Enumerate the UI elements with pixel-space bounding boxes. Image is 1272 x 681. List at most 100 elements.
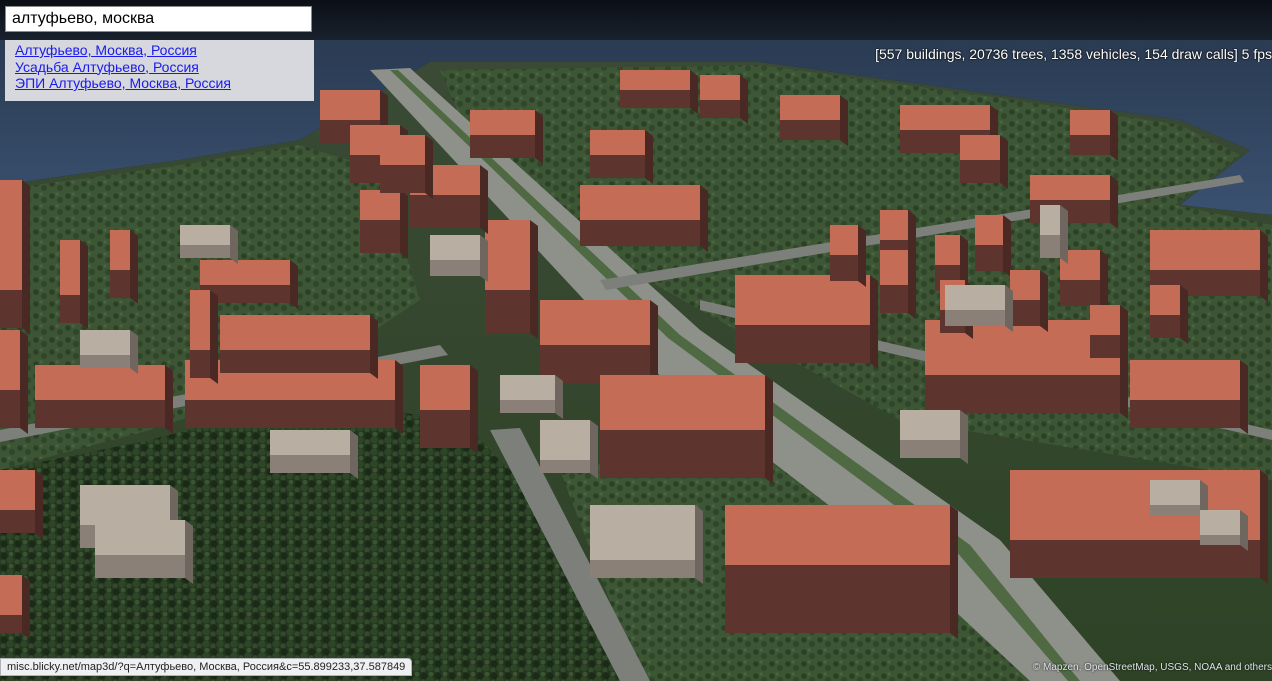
building-roof	[600, 375, 765, 430]
building-roof	[470, 110, 535, 135]
building-roof	[60, 240, 80, 295]
building-side	[840, 95, 848, 146]
building-side	[22, 180, 30, 334]
suggestion-item[interactable]: Усадьба Алтуфьево, Россия	[15, 59, 304, 76]
building-side	[695, 505, 703, 584]
building-side	[22, 575, 30, 639]
building-side	[1005, 285, 1013, 332]
building-roof	[1150, 230, 1260, 270]
building-roof	[975, 215, 1003, 245]
building-side	[908, 250, 916, 319]
building-side	[185, 520, 193, 584]
building-roof	[1200, 510, 1240, 535]
building-roof	[80, 485, 170, 525]
building-facade	[590, 153, 645, 178]
building-facade	[220, 348, 370, 373]
building-side	[700, 185, 708, 252]
building-facade	[735, 323, 870, 363]
map-viewport[interactable]: Алтуфьево, Москва, Россия Усадьба Алтуфь…	[0, 0, 1272, 681]
building-side	[165, 365, 173, 434]
building-roof	[380, 135, 425, 165]
building-facade	[580, 218, 700, 246]
building-side	[530, 220, 538, 339]
building-side	[1240, 510, 1248, 551]
building-facade	[420, 408, 470, 448]
building-side	[870, 275, 878, 369]
building-roof	[1070, 110, 1110, 135]
building-facade	[725, 563, 950, 633]
building-side	[480, 165, 488, 234]
building-facade	[270, 453, 350, 473]
building-roof	[95, 520, 185, 555]
building-facade	[0, 508, 35, 533]
building-facade	[590, 558, 695, 578]
building-roof	[590, 505, 695, 560]
building-side	[230, 225, 238, 264]
building-roof	[80, 330, 130, 355]
building-side	[690, 70, 698, 114]
building-roof	[1130, 360, 1240, 400]
render-stats: [557 buildings, 20736 trees, 1358 vehicl…	[875, 46, 1272, 62]
building-roof	[1010, 270, 1040, 300]
suggestion-item[interactable]: Алтуфьево, Москва, Россия	[15, 42, 304, 59]
building-side	[1120, 305, 1128, 364]
building-roof	[945, 285, 1005, 310]
building-side	[395, 360, 403, 434]
building-side	[80, 240, 88, 329]
building-facade	[880, 283, 908, 313]
building-roof	[960, 135, 1000, 160]
status-url: misc.blicky.net/map3d/?q=Алтуфьево, Моск…	[0, 658, 413, 676]
building-side	[1110, 110, 1118, 161]
building-facade	[1090, 333, 1120, 358]
building-roof	[200, 260, 290, 285]
building-side	[1180, 285, 1188, 344]
suggestion-item[interactable]: ЭПИ Алтуфьево, Москва, Россия	[15, 75, 304, 92]
building-roof	[430, 235, 480, 260]
building-roof	[1090, 305, 1120, 335]
building-side	[950, 505, 958, 639]
building-facade	[975, 243, 1003, 271]
map-3d-scene[interactable]	[0, 0, 1272, 681]
building-facade	[900, 438, 960, 458]
building-side	[535, 110, 543, 164]
building-side	[425, 135, 433, 199]
building-facade	[620, 88, 690, 108]
building-roof	[540, 300, 650, 345]
building-facade	[360, 218, 400, 253]
building-facade	[830, 253, 858, 281]
building-side	[1040, 270, 1048, 332]
building-roof	[320, 90, 380, 120]
building-facade	[960, 158, 1000, 183]
building-roof	[590, 130, 645, 155]
building-facade	[1040, 233, 1060, 258]
building-side	[960, 410, 968, 464]
building-facade	[600, 428, 765, 478]
building-facade	[470, 133, 535, 158]
building-side	[370, 315, 378, 379]
building-roof	[220, 315, 370, 350]
building-facade	[780, 118, 840, 140]
building-facade	[500, 398, 555, 413]
building-side	[590, 420, 598, 479]
building-side	[290, 260, 298, 309]
building-side	[1000, 135, 1008, 189]
building-roof	[935, 235, 960, 265]
building-side	[1110, 175, 1118, 229]
building-facade	[0, 288, 22, 328]
building-side	[858, 225, 866, 287]
building-side	[400, 190, 408, 259]
building-roof	[580, 185, 700, 220]
building-facade	[190, 348, 210, 378]
building-side	[1100, 250, 1108, 312]
building-facade	[430, 258, 480, 276]
building-roof	[360, 190, 400, 220]
building-roof	[1040, 205, 1060, 235]
building-side	[130, 230, 138, 304]
search-suggestions: Алтуфьево, Москва, Россия Усадьба Алтуфь…	[5, 40, 314, 101]
building-facade	[380, 163, 425, 193]
search-input[interactable]	[5, 6, 312, 32]
building-roof	[725, 505, 950, 565]
building-side	[740, 75, 748, 124]
building-facade	[0, 388, 20, 428]
building-roof	[0, 180, 22, 290]
